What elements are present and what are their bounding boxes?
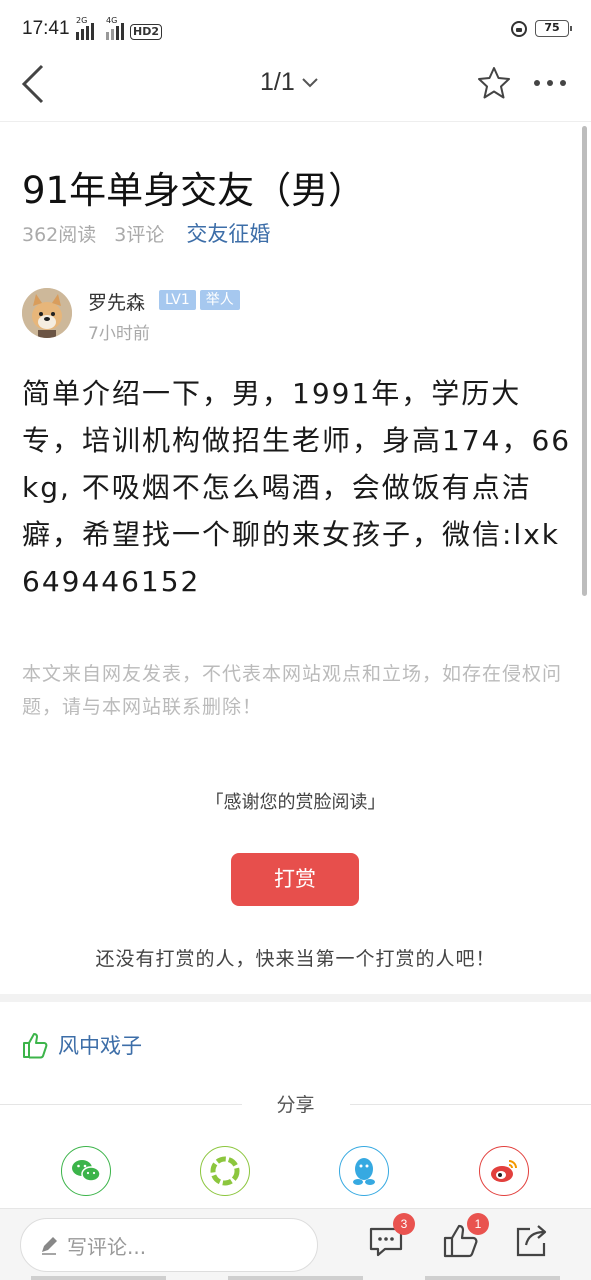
weibo-icon [491,1160,517,1182]
hd-voice-icon: HD2 [130,24,162,40]
comments-button[interactable]: 3 [367,1213,415,1261]
post-time: 7小时前 [88,324,150,344]
liker-name[interactable]: 风中戏子 [58,1030,142,1060]
chevron-down-icon [302,77,318,87]
category-link[interactable]: 交友征婚 [186,218,270,248]
comment-placeholder: 写评论... [67,1234,147,1259]
comment-count: 3评论 [114,223,165,246]
article-title: 91年单身交友（男） [22,169,366,212]
article-meta: 362阅读 3评论 交友征婚 [22,218,270,248]
wechat-icon [72,1160,101,1182]
share-qq-button[interactable] [339,1146,389,1196]
pencil-icon [42,1237,57,1255]
reward-button[interactable]: 打赏 [231,853,359,906]
author-block: 罗先森 LV1 举人 7小时前 [22,288,572,344]
reward-note: 还没有打赏的人，快来当第一个打赏的人吧！ [95,948,496,970]
share-header: 分享 [0,1090,591,1116]
status-right: 75 [511,20,572,37]
share-wechat-button[interactable] [61,1146,111,1196]
page-selector[interactable]: 1/1 [260,68,319,97]
signal-1-icon: 2G [76,16,94,40]
comment-input[interactable]: 写评论... [20,1218,318,1272]
bottom-action-bar: 写评论... 3 1 [0,1208,591,1280]
signal-2-icon: 4G [106,16,124,40]
share-moments-button[interactable] [200,1146,250,1196]
disclaimer: 本文来自网友发表，不代表本网站观点和立场，如存在侵权问题，请与本网站联系删除！ [22,663,563,718]
avatar[interactable] [22,288,72,338]
dog-avatar-image [22,288,72,338]
rank-badge: 举人 [199,290,240,310]
favorite-star-icon[interactable] [477,66,511,100]
author-badges: LV1 举人 [159,290,240,310]
share-button[interactable] [512,1221,552,1261]
gesture-bar [0,1276,591,1280]
scrollbar[interactable] [582,126,587,596]
level-badge: LV1 [159,290,196,310]
back-arrow-icon[interactable] [20,64,50,104]
thumbs-up-icon [23,1033,48,1059]
comment-count-badge: 3 [393,1213,415,1235]
status-bar: 17:41 2G 4G HD2 75 [0,0,591,60]
rotation-lock-icon [511,20,527,37]
share-title: 分享 [276,1094,315,1116]
like-button[interactable]: 1 [441,1213,489,1261]
more-options-icon[interactable] [534,80,566,86]
article-body: 简单介绍一下，男，1991年，学历大专，培训机构做招生老师，身高174，66kg… [22,377,572,598]
qq-icon [353,1158,375,1185]
likes-row: 风中戏子 [22,1030,142,1060]
battery-icon: 75 [535,20,572,37]
moments-icon [210,1156,240,1186]
share-icon [516,1225,547,1257]
signal-indicators: 2G 4G HD2 [76,16,162,40]
share-weibo-button[interactable] [479,1146,529,1196]
read-count: 362阅读 [22,223,97,246]
author-name[interactable]: 罗先森 [88,288,145,315]
top-nav-bar: 1/1 [0,60,591,122]
page-indicator-label: 1/1 [260,68,295,96]
reward-thanks: 「感谢您的赏脸阅读」 [205,792,386,813]
like-count-badge: 1 [467,1213,489,1235]
section-divider [0,994,591,1002]
share-row [0,1146,591,1198]
status-time: 17:41 [22,18,70,39]
